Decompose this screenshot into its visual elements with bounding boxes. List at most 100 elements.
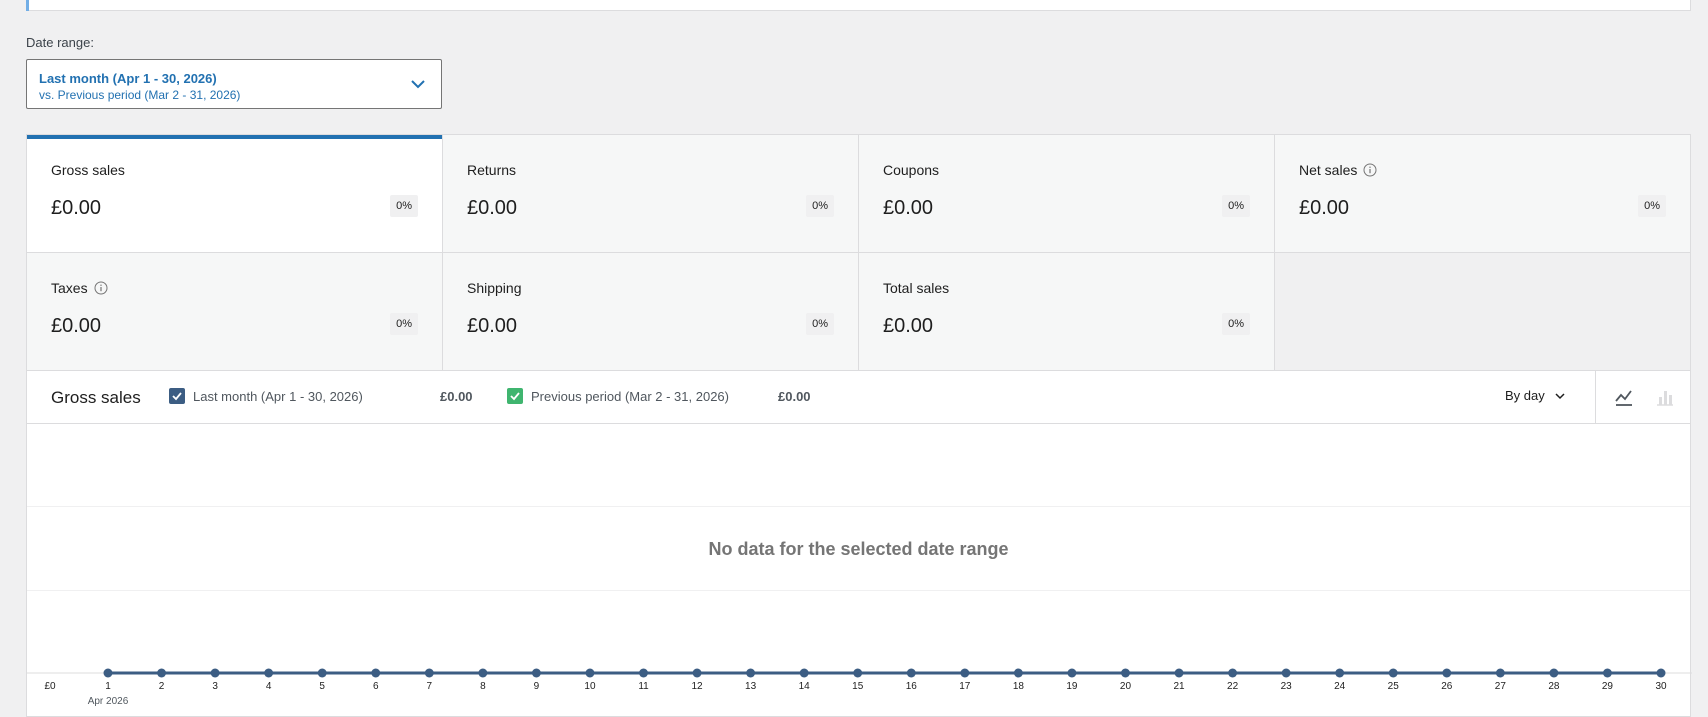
x-tick-label: 11 — [638, 681, 649, 692]
x-tick-label: 21 — [1173, 681, 1185, 692]
tile-label: Total sales — [883, 280, 950, 296]
tile-label: Returns — [467, 162, 517, 178]
x-tick-label: 29 — [1602, 681, 1614, 692]
summary-tile-shipping[interactable]: Shipping £0.00 0% — [443, 253, 859, 371]
data-point[interactable] — [853, 668, 863, 678]
tile-value: £0.00 — [467, 197, 518, 219]
data-point[interactable] — [1335, 668, 1345, 678]
data-point[interactable] — [371, 668, 381, 678]
data-point[interactable] — [1549, 668, 1559, 678]
chart-panel: Gross sales Last month (Apr 1 - 30, 2026… — [26, 371, 1692, 717]
tile-value: £0.00 — [51, 315, 102, 337]
x-tick-label: 7 — [427, 681, 433, 692]
x-tick-label: 22 — [1227, 681, 1239, 692]
data-point[interactable] — [746, 668, 756, 678]
y-tick-label: £0 — [44, 681, 56, 692]
data-point[interactable] — [1281, 668, 1291, 678]
x-tick-label: 14 — [799, 681, 811, 692]
summary-tile-taxes[interactable]: Taxes £0.00 0% — [27, 253, 443, 371]
data-point[interactable] — [317, 668, 327, 678]
x-tick-label: 3 — [212, 681, 218, 692]
x-tick-label: 15 — [852, 681, 864, 692]
date-range-label: Date range: — [26, 35, 94, 50]
x-tick-label: 30 — [1655, 681, 1667, 692]
x-tick-label: 10 — [584, 681, 596, 692]
data-point[interactable] — [585, 668, 595, 678]
tile-delta-badge: 0% — [390, 313, 418, 335]
x-tick-label: 27 — [1495, 681, 1507, 692]
data-point[interactable] — [531, 668, 541, 678]
chevron-down-icon — [411, 80, 425, 89]
x-tick-label: 24 — [1334, 681, 1346, 692]
data-point[interactable] — [1120, 668, 1130, 678]
info-icon[interactable] — [1363, 163, 1377, 177]
summary-tile-returns[interactable]: Returns £0.00 0% — [443, 135, 859, 253]
data-point[interactable] — [1388, 668, 1398, 678]
tile-delta-badge: 0% — [806, 195, 834, 217]
notice-strip — [26, 0, 1691, 11]
summary-tile-total-sales[interactable]: Total sales £0.00 0% — [859, 253, 1275, 371]
tile-label: Gross sales — [51, 162, 125, 178]
tile-value: £0.00 — [883, 197, 934, 219]
x-tick-label: 8 — [480, 681, 486, 692]
data-point[interactable] — [1495, 668, 1505, 678]
data-point[interactable] — [1228, 668, 1238, 678]
data-point[interactable] — [1174, 668, 1184, 678]
data-point[interactable] — [478, 668, 488, 678]
info-icon[interactable] — [94, 281, 108, 295]
data-point[interactable] — [692, 668, 702, 678]
x-tick-label: 4 — [266, 681, 272, 692]
data-point[interactable] — [264, 668, 274, 678]
tile-delta-badge: 0% — [1222, 195, 1250, 217]
data-point[interactable] — [1602, 668, 1612, 678]
x-tick-label: 28 — [1548, 681, 1560, 692]
date-range-picker[interactable]: Last month (Apr 1 - 30, 2026) vs. Previo… — [26, 59, 442, 109]
data-point[interactable] — [1013, 668, 1023, 678]
x-tick-label: 26 — [1441, 681, 1453, 692]
data-point[interactable] — [960, 668, 970, 678]
x-tick-label: 20 — [1120, 681, 1132, 692]
date-range-comparison: vs. Previous period (Mar 2 - 31, 2026) — [39, 88, 241, 102]
tile-delta-badge: 0% — [806, 313, 834, 335]
tile-delta-badge: 0% — [1638, 195, 1666, 217]
x-tick-label: 16 — [906, 681, 918, 692]
x-tick-label: 1 — [105, 681, 111, 692]
data-point[interactable] — [1656, 668, 1666, 678]
date-range-primary: Last month (Apr 1 - 30, 2026) — [39, 71, 217, 86]
summary-tile-gross-sales[interactable]: Gross sales £0.00 0% — [27, 135, 443, 253]
x-tick-label: 12 — [692, 681, 704, 692]
x-tick-label: 13 — [745, 681, 757, 692]
tile-label: Net sales — [1299, 162, 1358, 178]
x-tick-label: 18 — [1013, 681, 1025, 692]
data-point[interactable] — [103, 668, 113, 678]
data-point[interactable] — [157, 668, 167, 678]
tile-value: £0.00 — [467, 315, 518, 337]
x-tick-label: 19 — [1066, 681, 1078, 692]
data-point[interactable] — [639, 668, 649, 678]
data-point[interactable] — [424, 668, 434, 678]
x-tick-label: 9 — [534, 681, 540, 692]
tile-label: Taxes — [51, 280, 88, 296]
x-axis-sublabel: Apr 2026 — [88, 696, 129, 707]
data-point[interactable] — [799, 668, 809, 678]
summary-tile-coupons[interactable]: Coupons £0.00 0% — [859, 135, 1275, 253]
data-point[interactable] — [1067, 668, 1077, 678]
x-tick-label: 2 — [159, 681, 165, 692]
line-chart: £0 1 2 3 4 5 6 7 8 9 10 11 12 13 14 15 16 17 18 19 20 21 22 23 2… — [27, 668, 1692, 707]
tile-delta-badge: 0% — [390, 195, 418, 217]
x-tick-label: 23 — [1281, 681, 1293, 692]
x-tick-label: 25 — [1388, 681, 1400, 692]
data-point[interactable] — [1442, 668, 1452, 678]
x-tick-label: 5 — [319, 681, 325, 692]
tile-label: Coupons — [883, 162, 940, 178]
x-tick-label: 6 — [373, 681, 379, 692]
data-point[interactable] — [210, 668, 220, 678]
tile-value: £0.00 — [1299, 197, 1350, 219]
tile-value: £0.00 — [883, 315, 934, 337]
x-tick-label: 17 — [959, 681, 971, 692]
data-point[interactable] — [906, 668, 916, 678]
tile-delta-badge: 0% — [1222, 313, 1250, 335]
tile-value: £0.00 — [51, 197, 102, 219]
tile-label: Shipping — [467, 280, 522, 296]
summary-tile-net-sales[interactable]: Net sales £0.00 0% — [1275, 135, 1690, 253]
